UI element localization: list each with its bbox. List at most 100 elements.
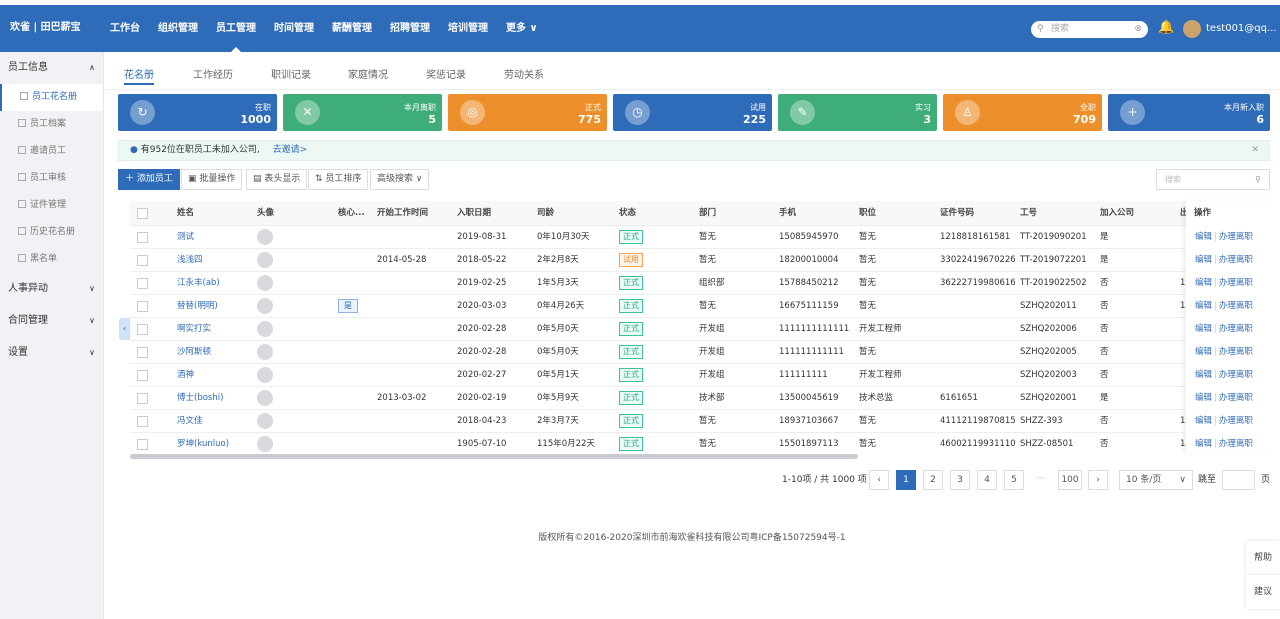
employee-name-link[interactable]: 罗坤(kunluo)	[177, 433, 229, 453]
sidebar-item-blacklist[interactable]: 黑名单	[0, 246, 103, 273]
edit-link[interactable]: 编辑	[1195, 416, 1212, 426]
row-checkbox[interactable]	[137, 324, 148, 335]
header-display-button[interactable]: ▤ 表头显示	[246, 169, 308, 190]
page-2-button[interactable]: 2	[923, 470, 943, 490]
sidebar-group-settings[interactable]: 设置 ∨	[0, 337, 103, 369]
edit-link[interactable]: 编辑	[1195, 439, 1212, 449]
row-checkbox[interactable]	[137, 416, 148, 427]
table-row[interactable]: 浅浅四 2014-05-28 2018-05-22 2年2月8天 试用 暂无 1820001…	[130, 249, 1270, 272]
advanced-search-button[interactable]: 高级搜索 ∨	[370, 169, 430, 190]
row-checkbox[interactable]	[137, 232, 148, 243]
user-menu[interactable]: test001@qq... ∨	[1206, 23, 1280, 34]
table-row[interactable]: 替替(明明) 是 2020-03-03 0年4月26天 正式 暂无 16675111159 暂…	[130, 295, 1270, 318]
edit-link[interactable]: 编辑	[1195, 278, 1212, 288]
bell-icon[interactable]: 🔔	[1158, 20, 1174, 35]
tab-training-records[interactable]: 职训记录	[271, 66, 311, 81]
column-header[interactable]: 部门	[699, 201, 716, 226]
next-page-button[interactable]: ›	[1088, 470, 1108, 490]
sidebar-group-personnel-change[interactable]: 人事异动 ∨	[0, 273, 103, 305]
employee-name-link[interactable]: 啊实打实	[177, 318, 211, 340]
row-checkbox[interactable]	[137, 370, 148, 381]
employee-name-link[interactable]: 浅浅四	[177, 249, 203, 271]
stat-card[interactable]: + 本月新入职 6	[1108, 94, 1270, 131]
stat-card[interactable]: ◎ 正式 775	[448, 94, 607, 131]
resign-link[interactable]: 办理离职	[1219, 439, 1253, 449]
column-header[interactable]: 手机	[779, 201, 796, 226]
tab-roster[interactable]: 花名册	[124, 66, 154, 85]
edit-link[interactable]: 编辑	[1195, 255, 1212, 265]
stat-card[interactable]: ♙ 全职 709	[943, 94, 1102, 131]
sidebar-group-employee-info[interactable]: 员工信息 ∧	[0, 52, 103, 84]
help-button[interactable]: 帮助	[1246, 541, 1280, 575]
employee-name-link[interactable]: 测试	[177, 226, 194, 248]
nav-time-management[interactable]: 时间管理	[274, 5, 314, 52]
sidebar-group-contract[interactable]: 合同管理 ∨	[0, 305, 103, 337]
column-header[interactable]: 证件号码	[940, 201, 974, 226]
horizontal-scrollbar[interactable]	[130, 454, 858, 459]
nav-organization[interactable]: 组织管理	[158, 5, 198, 52]
nav-recruitment[interactable]: 招聘管理	[390, 5, 430, 52]
page-ellipsis[interactable]: ···	[1031, 470, 1051, 490]
page-4-button[interactable]: 4	[977, 470, 997, 490]
sidebar-item-review[interactable]: 员工审核	[0, 165, 103, 192]
edit-link[interactable]: 编辑	[1195, 324, 1212, 334]
column-header[interactable]: 职位	[859, 201, 876, 226]
user-avatar[interactable]	[1183, 20, 1201, 38]
employee-name-link[interactable]: 沙阿斯顿	[177, 341, 211, 363]
column-header[interactable]: 头像	[257, 201, 274, 226]
resign-link[interactable]: 办理离职	[1219, 255, 1253, 265]
sidebar-item-roster[interactable]: 员工花名册	[0, 84, 103, 111]
edit-link[interactable]: 编辑	[1195, 393, 1212, 403]
global-search-input[interactable]: ⚲ 搜索 ⊗	[1031, 21, 1148, 38]
table-search-input[interactable]: 搜索 ⚲	[1156, 169, 1270, 190]
resign-link[interactable]: 办理离职	[1219, 232, 1253, 242]
page-1-button[interactable]: 1	[896, 470, 916, 490]
tab-family[interactable]: 家庭情况	[348, 66, 388, 81]
expand-handle[interactable]: ‹	[119, 318, 130, 340]
sidebar-item-archive[interactable]: 员工档案	[0, 111, 103, 138]
edit-link[interactable]: 编辑	[1195, 232, 1212, 242]
table-row[interactable]: 冯文佳 2018-04-23 2年3月7天 正式 暂无 18937103667 暂无 4111…	[130, 410, 1270, 433]
stat-card[interactable]: ✎ 实习 3	[778, 94, 937, 131]
column-header[interactable]: 核心...	[338, 201, 365, 226]
row-checkbox[interactable]	[137, 347, 148, 358]
resign-link[interactable]: 办理离职	[1219, 393, 1253, 403]
table-row[interactable]: 罗坤(kunluo) 1905-07-10 115年0月22天 正式 暂无 1550189…	[130, 433, 1270, 453]
batch-operation-button[interactable]: ▣ 批量操作	[181, 169, 243, 190]
nav-salary[interactable]: 薪酬管理	[332, 5, 372, 52]
table-row[interactable]: 博士(boshi) 2013-03-02 2020-02-19 0年5月9天 正式 技术部…	[130, 387, 1270, 410]
nav-workbench[interactable]: 工作台	[110, 5, 140, 52]
employee-name-link[interactable]: 冯文佳	[177, 410, 203, 432]
row-checkbox[interactable]	[137, 439, 148, 450]
column-header[interactable]: 工号	[1020, 201, 1037, 226]
table-row[interactable]: 酒神 2020-02-27 0年5月1天 正式 开发组 111111111 开发工程师 SZH…	[130, 364, 1270, 387]
app-logo[interactable]: 欢雀 | 田巴薪宝	[10, 18, 81, 33]
column-header[interactable]: 司龄	[537, 201, 554, 226]
column-header[interactable]: 入职日期	[457, 201, 491, 226]
employee-name-link[interactable]: 博士(boshi)	[177, 387, 223, 409]
page-3-button[interactable]: 3	[950, 470, 970, 490]
nav-training[interactable]: 培训管理	[448, 5, 488, 52]
sidebar-item-history[interactable]: 历史花名册	[0, 219, 103, 246]
page-100-button[interactable]: 100	[1058, 470, 1082, 490]
resign-link[interactable]: 办理离职	[1219, 416, 1253, 426]
tab-rewards[interactable]: 奖惩记录	[426, 66, 466, 81]
employee-name-link[interactable]: 酒神	[177, 364, 194, 386]
edit-link[interactable]: 编辑	[1195, 301, 1212, 311]
tab-labor-relations[interactable]: 劳动关系	[504, 66, 544, 81]
row-checkbox[interactable]	[137, 301, 148, 312]
edit-link[interactable]: 编辑	[1195, 370, 1212, 380]
stat-card[interactable]: ↻ 在职 1000	[118, 94, 277, 131]
column-header[interactable]: 开始工作时间	[377, 201, 428, 226]
page-5-button[interactable]: 5	[1004, 470, 1024, 490]
sidebar-item-certificates[interactable]: 证件管理	[0, 192, 103, 219]
stat-card[interactable]: ◷ 试用 225	[613, 94, 772, 131]
resign-link[interactable]: 办理离职	[1219, 347, 1253, 357]
row-checkbox[interactable]	[137, 393, 148, 404]
suggestion-button[interactable]: 建议	[1246, 575, 1280, 609]
table-row[interactable]: 测试 2019-08-31 0年10月30天 正式 暂无 15085945970 暂无 121…	[130, 226, 1270, 249]
column-header[interactable]: 姓名	[177, 201, 194, 226]
tab-work-history[interactable]: 工作经历	[193, 66, 233, 81]
table-row[interactable]: 啊实打实 2020-02-28 0年5月0天 正式 开发组 1111111111111 开发…	[130, 318, 1270, 341]
resign-link[interactable]: 办理离职	[1219, 324, 1253, 334]
